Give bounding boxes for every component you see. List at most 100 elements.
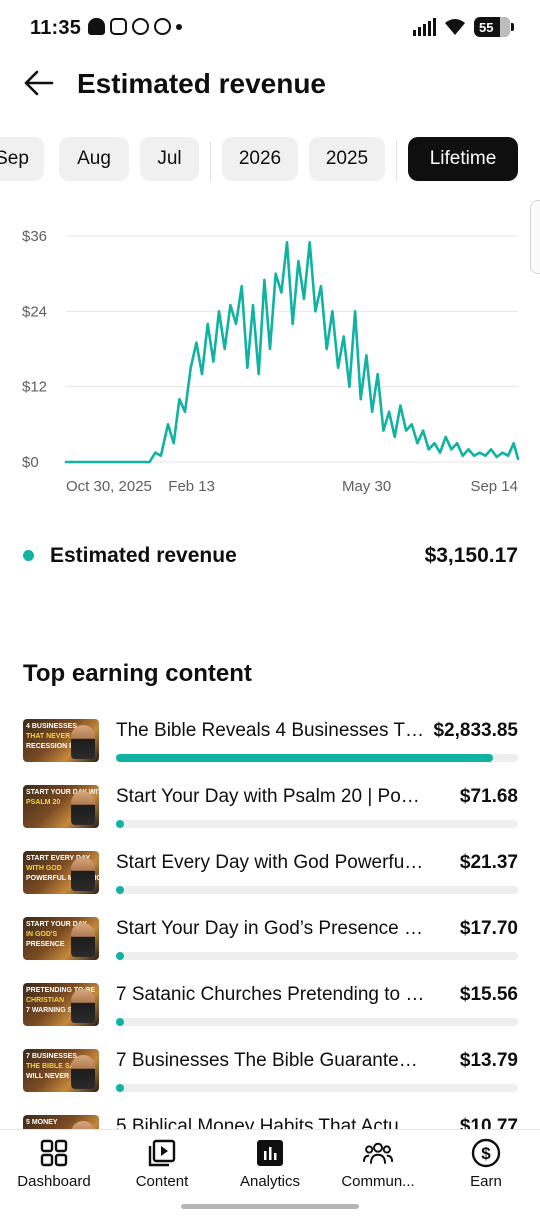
revenue-share-track bbox=[116, 754, 518, 762]
back-arrow-icon bbox=[24, 70, 54, 96]
chip-sep[interactable]: Sep bbox=[0, 137, 44, 181]
community-icon bbox=[363, 1142, 393, 1164]
header: Estimated revenue bbox=[0, 58, 540, 112]
content-row[interactable]: 4 Businesses That Never Fail Recession Pro… bbox=[0, 716, 540, 776]
content-icon bbox=[148, 1139, 176, 1167]
revenue-share-bar bbox=[116, 886, 124, 894]
chip-label: Sep bbox=[0, 148, 29, 169]
nav-label: Commun... bbox=[341, 1173, 415, 1190]
content-row[interactable]: Pretending to Be Christian 7 Warning Signs… bbox=[0, 980, 540, 1040]
thumbnail-text: Christian bbox=[26, 997, 65, 1004]
revenue-share-bar bbox=[116, 820, 124, 828]
video-thumbnail[interactable]: Start Every DayWith GodPowerful Morning … bbox=[23, 851, 99, 894]
chip-jul[interactable]: Jul bbox=[140, 137, 199, 181]
thumbnail-text: Presence bbox=[26, 941, 65, 948]
chip-2026[interactable]: 2026 bbox=[222, 137, 298, 181]
thumbnail-person bbox=[71, 791, 95, 825]
video-thumbnail[interactable]: 7 Businesses The Bible Says Will Never Fai… bbox=[23, 1049, 99, 1092]
video-title: The Bible Reveals 4 Businesses That Neve… bbox=[116, 720, 426, 741]
chip-2025[interactable]: 2025 bbox=[309, 137, 385, 181]
svg-text:$: $ bbox=[481, 1144, 491, 1163]
content-row[interactable]: Start Every DayWith GodPowerful Morning … bbox=[0, 848, 540, 908]
thumbnail-person bbox=[71, 923, 95, 957]
analytics-icon bbox=[257, 1140, 283, 1166]
video-title: Start Your Day in God’s Presence | Morni… bbox=[116, 918, 426, 939]
summary-value: $3,150.17 bbox=[424, 544, 518, 567]
battery-icon: 55 bbox=[474, 17, 514, 37]
video-thumbnail[interactable]: Start Your Day With Psalm 20 bbox=[23, 785, 99, 828]
nav-label: Earn bbox=[470, 1173, 502, 1190]
video-title: Start Your Day with Psalm 20 | Powerful … bbox=[116, 786, 426, 807]
home-indicator bbox=[181, 1204, 359, 1209]
chip-divider bbox=[210, 141, 211, 181]
video-revenue: $17.70 bbox=[459, 918, 518, 939]
thumbnail-text: In God's bbox=[26, 931, 58, 938]
back-button[interactable] bbox=[22, 66, 56, 100]
nav-analytics[interactable]: Analytics bbox=[216, 1138, 324, 1194]
revenue-share-track bbox=[116, 952, 518, 960]
status-bar: 11:35 55 bbox=[0, 0, 540, 58]
nav-label: Dashboard bbox=[17, 1173, 91, 1190]
revenue-summary: Estimated revenue $3,150.17 bbox=[0, 536, 540, 576]
status-time: 11:35 bbox=[30, 17, 82, 39]
section-title: Top earning content bbox=[23, 660, 252, 687]
thumbnail-person bbox=[71, 1055, 95, 1089]
youtube-studio-icon bbox=[154, 18, 171, 35]
video-revenue: $71.68 bbox=[459, 786, 518, 807]
battery-level: 55 bbox=[479, 19, 494, 35]
system-icons: 55 bbox=[413, 17, 514, 37]
video-revenue: $15.56 bbox=[459, 984, 518, 1005]
nav-community[interactable]: Commun... bbox=[324, 1138, 432, 1194]
wifi-icon bbox=[445, 19, 465, 35]
x-tick-label: Sep 14 bbox=[470, 478, 518, 495]
thumbnail-text: 7 Businesses bbox=[26, 1053, 77, 1060]
chip-label: Aug bbox=[77, 148, 111, 169]
chip-label: 2026 bbox=[238, 148, 282, 169]
video-thumbnail[interactable]: 4 Businesses That Never Fail Recession Pro… bbox=[23, 719, 99, 762]
side-panel-handle[interactable] bbox=[530, 200, 540, 274]
video-thumbnail[interactable]: Pretending to Be Christian 7 Warning Signs bbox=[23, 983, 99, 1026]
revenue-share-track bbox=[116, 1018, 518, 1026]
content-row[interactable]: Start Your Day With Psalm 20 Start Your Da… bbox=[0, 782, 540, 842]
revenue-share-bar bbox=[116, 952, 124, 960]
revenue-share-track bbox=[116, 1084, 518, 1092]
whatsapp-icon bbox=[132, 18, 149, 35]
thumbnail-text: 4 Businesses bbox=[26, 723, 77, 730]
page-title: Estimated revenue bbox=[77, 68, 326, 99]
nav-content[interactable]: Content bbox=[108, 1138, 216, 1194]
chip-label: 2025 bbox=[325, 148, 369, 169]
thumbnail-person bbox=[71, 857, 95, 891]
revenue-chart: $0 $12 $24 $36 Oct 30, 2025 Feb 13 May 30 Sep 1… bbox=[0, 210, 540, 510]
video-title: 7 Satanic Churches Pretending to Be Chri… bbox=[116, 984, 426, 1005]
chip-lifetime[interactable]: Lifetime bbox=[408, 137, 518, 181]
chip-aug[interactable]: Aug bbox=[59, 137, 129, 181]
revenue-share-bar bbox=[116, 1018, 124, 1026]
notification-icons bbox=[88, 18, 182, 35]
nav-earn[interactable]: $ Earn bbox=[432, 1138, 540, 1194]
nav-dashboard[interactable]: Dashboard bbox=[0, 1138, 108, 1194]
video-title: 7 Businesses The Bible Guarantees Will N… bbox=[116, 1050, 426, 1071]
video-revenue: $2,833.85 bbox=[433, 720, 518, 741]
chip-label: Jul bbox=[157, 148, 182, 169]
chip-label: Lifetime bbox=[429, 148, 497, 169]
revenue-share-track bbox=[116, 820, 518, 828]
instagram-icon bbox=[110, 18, 127, 35]
video-revenue: $21.37 bbox=[459, 852, 518, 873]
revenue-share-bar bbox=[116, 1084, 124, 1092]
thumbnail-text: Psalm 20 bbox=[26, 799, 61, 806]
chip-divider bbox=[396, 141, 397, 181]
y-tick-label: $36 bbox=[22, 228, 47, 245]
content-row[interactable]: Start Your Day In God's Presence Start Your… bbox=[0, 914, 540, 974]
content-row[interactable]: 7 Businesses The Bible Says Will Never Fai… bbox=[0, 1046, 540, 1106]
revenue-line-chart: $0 $12 $24 $36 Oct 30, 2025 Feb 13 May 30 Sep 1… bbox=[22, 228, 520, 495]
y-tick-label: $0 bbox=[22, 454, 39, 471]
y-tick-label: $12 bbox=[22, 379, 47, 396]
period-chips: Sep Aug Jul 2026 2025 Lifetime bbox=[0, 137, 540, 183]
thumbnail-text: With God bbox=[26, 865, 62, 872]
thumbnail-person bbox=[71, 725, 95, 759]
legend-dot bbox=[23, 550, 34, 561]
revenue-series-line bbox=[64, 240, 520, 464]
video-title: Start Every Day with God Powerful Mornin… bbox=[116, 852, 426, 873]
video-thumbnail[interactable]: Start Your Day In God's Presence bbox=[23, 917, 99, 960]
y-tick-label: $24 bbox=[22, 303, 47, 320]
